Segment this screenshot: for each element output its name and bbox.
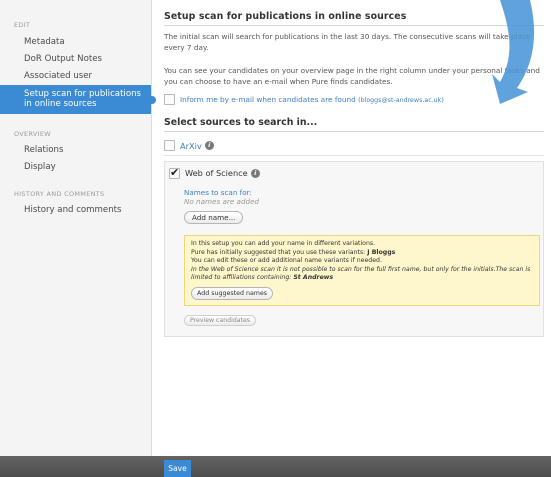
sidebar-item-relations[interactable]: Relations <box>0 142 151 159</box>
save-button[interactable]: Save <box>164 460 191 477</box>
note-line: You can edit these or add additional nam… <box>191 257 382 265</box>
email-notify-label[interactable]: Inform me by e-mail when candidates are … <box>180 95 444 104</box>
arxiv-checkbox[interactable] <box>164 140 175 151</box>
affiliation-name: St Andrews <box>293 274 334 282</box>
info-icon[interactable]: i <box>250 168 260 178</box>
sidebar: EDIT Metadata DoR Output Notes Associate… <box>0 0 152 456</box>
name-variants-note: In this setup you can add your name in d… <box>184 235 540 306</box>
email-notify-checkbox[interactable] <box>164 94 175 105</box>
note-line: In this setup you can add your name in d… <box>191 240 376 247</box>
sidebar-item-dor-output-notes[interactable]: DoR Output Notes <box>0 51 151 68</box>
sidebar-item-display[interactable]: Display <box>0 159 151 176</box>
source-wos-panel: Web of Science i Names to scan for: No n… <box>164 161 544 337</box>
preview-candidates-button[interactable]: Preview candidates <box>184 314 256 326</box>
sidebar-item-setup-scan[interactable]: Setup scan for publications in online so… <box>0 85 151 114</box>
add-name-button[interactable]: Add name... <box>184 211 244 224</box>
intro-text: The initial scan will search for publica… <box>164 32 531 52</box>
add-suggested-names-button[interactable]: Add suggested names <box>191 286 274 300</box>
note-line: Pure has initially suggested that you us… <box>191 248 396 256</box>
sources-title: Select sources to search in... <box>164 117 544 132</box>
sidebar-item-metadata[interactable]: Metadata <box>0 34 151 51</box>
wos-label[interactable]: Web of Science <box>185 168 248 178</box>
suggested-name: J Bloggs <box>367 248 396 256</box>
names-empty-text: No names are added <box>184 197 260 206</box>
arxiv-label[interactable]: ArXiv <box>180 141 202 151</box>
source-wos-row[interactable]: Web of Science i <box>169 166 537 180</box>
email-notify-row[interactable]: Inform me by e-mail when candidates are … <box>164 94 544 105</box>
note-line: In the Web of Science scan it is not pos… <box>191 265 531 282</box>
sidebar-item-associated-user[interactable]: Associated user <box>0 68 151 85</box>
sidebar-heading-overview: OVERVIEW <box>14 130 52 138</box>
wos-checkbox[interactable] <box>169 166 180 179</box>
source-arxiv-row[interactable]: ArXiv i <box>164 136 544 156</box>
info-icon[interactable]: i <box>204 141 214 150</box>
names-to-scan-label: Names to scan for: <box>184 188 252 197</box>
main-content: Setup scan for publications in online so… <box>164 0 544 337</box>
sidebar-heading-history: HISTORY AND COMMENTS <box>14 190 105 198</box>
sidebar-heading-edit: EDIT <box>14 21 31 29</box>
page-title: Setup scan for publications in online so… <box>164 11 544 26</box>
info-text: You can see your candidates on your over… <box>164 66 540 86</box>
bottom-bar: Save <box>0 456 551 477</box>
sidebar-item-history-comments[interactable]: History and comments <box>0 202 151 219</box>
email-address: (bloggs@st-andrews.ac.uk) <box>358 97 444 104</box>
